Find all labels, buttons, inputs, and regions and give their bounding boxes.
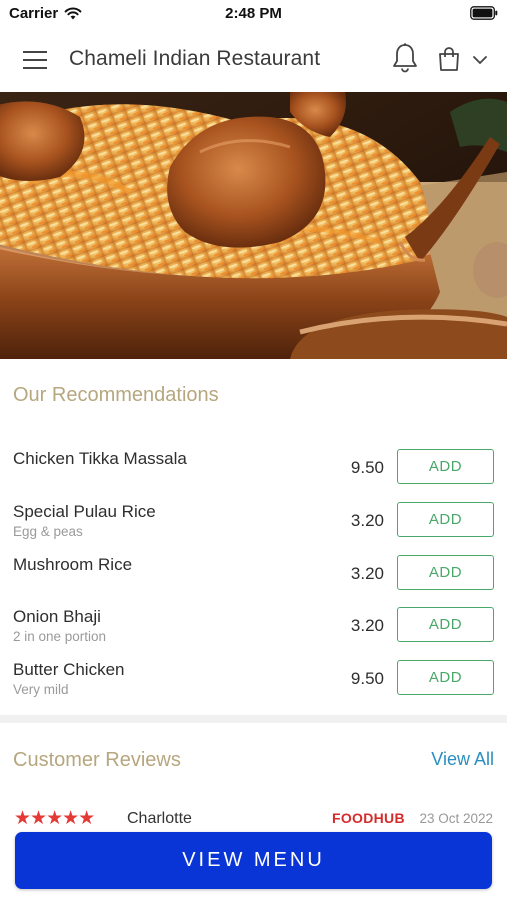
cart-button[interactable] bbox=[437, 46, 461, 72]
menu-item: Mushroom Rice 3.20 ADD bbox=[0, 555, 507, 599]
item-price: 9.50 bbox=[350, 458, 384, 477]
status-bar: Carrier 2:48 PM bbox=[0, 0, 507, 28]
add-button[interactable]: ADD bbox=[397, 449, 494, 484]
reviews-title: Customer Reviews bbox=[13, 749, 181, 771]
restaurant-title: Chameli Indian Restaurant bbox=[69, 47, 321, 70]
view-all-link[interactable]: View All bbox=[431, 749, 494, 770]
item-name: Special Pulau Rice bbox=[13, 502, 156, 521]
menu-item: Special Pulau Rice Egg & peas 3.20 ADD bbox=[0, 502, 507, 546]
add-button[interactable]: ADD bbox=[397, 502, 494, 537]
reviewer-name: Charlotte bbox=[127, 810, 192, 827]
add-button[interactable]: ADD bbox=[397, 607, 494, 642]
shopping-bag-icon bbox=[439, 47, 459, 71]
add-button[interactable]: ADD bbox=[397, 555, 494, 590]
item-price: 3.20 bbox=[350, 564, 384, 583]
item-name: Butter Chicken bbox=[13, 660, 125, 679]
review-item[interactable]: ★★★★★ Charlotte FOODHUB 23 Oct 2022 bbox=[0, 807, 507, 831]
add-button[interactable]: ADD bbox=[397, 660, 494, 695]
section-divider bbox=[0, 715, 507, 723]
notifications-button[interactable] bbox=[391, 42, 419, 74]
cart-dropdown-button[interactable] bbox=[472, 53, 488, 65]
hamburger-icon bbox=[23, 51, 47, 69]
item-description: 2 in one portion bbox=[13, 629, 107, 644]
menu-button[interactable] bbox=[22, 48, 48, 72]
menu-item: Butter Chicken Very mild 9.50 ADD bbox=[0, 660, 507, 704]
status-time: 2:48 PM bbox=[225, 5, 282, 22]
item-price: 9.50 bbox=[350, 669, 384, 688]
recommendations-section: Our Recommendations Chicken Tikka Massal… bbox=[0, 359, 507, 715]
review-date: 23 Oct 2022 bbox=[419, 811, 493, 826]
chevron-down-icon bbox=[473, 56, 487, 65]
battery-icon bbox=[470, 6, 498, 20]
app-header: Chameli Indian Restaurant bbox=[0, 28, 507, 92]
item-description: Very mild bbox=[13, 682, 69, 697]
star-rating: ★★★★★ bbox=[14, 808, 95, 829]
hero-food-image bbox=[0, 92, 507, 359]
bell-icon bbox=[393, 43, 417, 73]
recommendations-title: Our Recommendations bbox=[13, 384, 219, 406]
biryani-illustration bbox=[0, 92, 507, 359]
menu-item: Onion Bhaji 2 in one portion 3.20 ADD bbox=[0, 607, 507, 651]
item-name: Chicken Tikka Massala bbox=[13, 449, 187, 468]
item-name: Onion Bhaji bbox=[13, 607, 101, 626]
item-price: 3.20 bbox=[350, 616, 384, 635]
item-price: 3.20 bbox=[350, 511, 384, 530]
view-menu-button[interactable]: VIEW MENU bbox=[15, 832, 492, 889]
item-description: Egg & peas bbox=[13, 524, 83, 539]
item-name: Mushroom Rice bbox=[13, 555, 133, 574]
foodhub-logo: FOODHUB bbox=[332, 810, 405, 826]
menu-item: Chicken Tikka Massala 9.50 ADD bbox=[0, 449, 507, 493]
